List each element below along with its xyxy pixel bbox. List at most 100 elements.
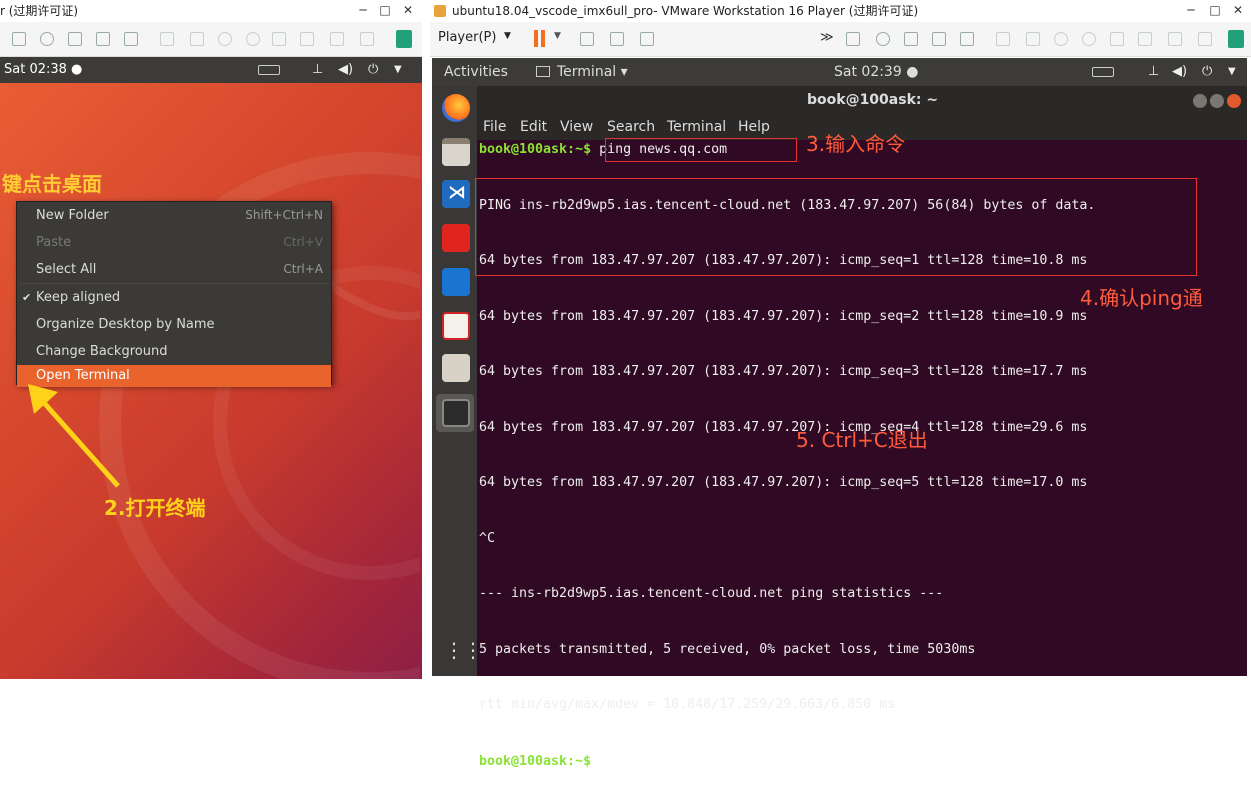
- power-icon[interactable]: ⏻: [1202, 58, 1212, 86]
- device-icon[interactable]: [360, 32, 374, 46]
- keyboard-icon[interactable]: [258, 65, 280, 75]
- disk-icon[interactable]: [1054, 32, 1068, 46]
- menu-help[interactable]: Help: [738, 119, 770, 135]
- app-icon[interactable]: [442, 224, 470, 252]
- vscode-icon[interactable]: ⋊: [442, 180, 470, 208]
- usb-icon[interactable]: [996, 32, 1010, 46]
- annotation-exit: 5. Ctrl+C退出: [796, 424, 928, 453]
- filezilla-icon[interactable]: [442, 268, 470, 296]
- power-icon[interactable]: ⏻: [368, 57, 378, 83]
- output-line: 5 packets transmitted, 5 received, 0% pa…: [479, 641, 1095, 660]
- send-ctrl-alt-del-icon[interactable]: [580, 32, 594, 46]
- disk-icon[interactable]: [246, 32, 260, 46]
- notes-icon[interactable]: [442, 354, 470, 382]
- cdrom-icon[interactable]: [876, 32, 890, 46]
- prompt: book@100ask:~$: [479, 142, 591, 157]
- clock[interactable]: Sat 02:38 ●: [4, 57, 82, 83]
- volume-icon[interactable]: ◀): [338, 57, 353, 83]
- device-icon[interactable]: [272, 32, 286, 46]
- clock[interactable]: Sat 02:39 ●: [834, 58, 918, 86]
- keyboard-icon[interactable]: [1092, 67, 1114, 77]
- fullscreen-icon[interactable]: [610, 32, 624, 46]
- unity-icon[interactable]: [1228, 30, 1244, 48]
- sound-icon[interactable]: [124, 32, 138, 46]
- menu-item-label: New Folder: [36, 208, 109, 223]
- maximize-button[interactable]: □: [374, 3, 396, 17]
- unity-mode-icon[interactable]: [640, 32, 654, 46]
- text-editor-icon[interactable]: [442, 312, 470, 340]
- ubuntu-dock: ⋊ ⋮⋮: [432, 86, 477, 676]
- network-icon[interactable]: ⊥: [1148, 58, 1159, 86]
- menu-view[interactable]: View: [560, 119, 593, 135]
- close-button[interactable]: ✕: [397, 3, 419, 17]
- device-icon[interactable]: [1168, 32, 1182, 46]
- window-divider: [422, 0, 430, 679]
- terminal-title: book@100ask: ~: [807, 92, 938, 108]
- vmware-icon: [434, 5, 446, 17]
- chevron-down-icon[interactable]: ▼: [504, 31, 511, 41]
- device-icon[interactable]: [1138, 32, 1152, 46]
- removable-device-icon[interactable]: [846, 32, 860, 46]
- chevron-down-icon[interactable]: ▼: [554, 31, 561, 41]
- menu-item-change-background[interactable]: Change Background: [17, 338, 331, 365]
- menu-item-label: Organize Desktop by Name: [36, 317, 215, 332]
- minimize-icon[interactable]: [1193, 94, 1207, 108]
- double-chevron-icon[interactable]: ≫: [820, 30, 834, 45]
- pause-icon-bar: [541, 30, 545, 47]
- activities-button[interactable]: Activities: [444, 58, 508, 86]
- terminal-icon[interactable]: [442, 399, 470, 427]
- files-icon[interactable]: [442, 138, 470, 166]
- device-icon[interactable]: [1110, 32, 1124, 46]
- pause-icon[interactable]: [534, 30, 538, 47]
- menu-file[interactable]: File: [483, 119, 506, 135]
- close-button[interactable]: ✕: [1227, 3, 1249, 17]
- menu-item-select-all[interactable]: Select All Ctrl+A: [17, 256, 331, 283]
- device-icon[interactable]: [330, 32, 344, 46]
- menu-terminal[interactable]: Terminal: [667, 119, 726, 135]
- network-icon[interactable]: [68, 32, 82, 46]
- terminal-titlebar: book@100ask: ~: [477, 86, 1247, 118]
- left-window-title: r (过期许可证): [0, 4, 78, 18]
- arrow-annotation: [20, 378, 130, 498]
- output-line: --- ins-rb2d9wp5.ias.tencent-cloud.net p…: [479, 585, 1095, 604]
- chevron-down-icon[interactable]: ▼: [394, 57, 402, 83]
- network-icon[interactable]: ⊥: [312, 57, 323, 83]
- player-menu[interactable]: Player(P): [438, 30, 496, 45]
- menu-item-organize-desktop[interactable]: Organize Desktop by Name: [17, 311, 331, 338]
- terminal-app-menu[interactable]: Terminal ▾: [557, 58, 628, 86]
- disk-icon[interactable]: [1082, 32, 1096, 46]
- disk-icon[interactable]: [218, 32, 232, 46]
- menu-edit[interactable]: Edit: [520, 119, 547, 135]
- menu-item-label: Keep aligned: [36, 290, 120, 305]
- printer-icon[interactable]: [96, 32, 110, 46]
- removable-device-icon[interactable]: [12, 32, 26, 46]
- cdrom-icon[interactable]: [40, 32, 54, 46]
- volume-icon[interactable]: ◀): [1172, 58, 1187, 86]
- maximize-button[interactable]: □: [1204, 3, 1226, 17]
- usb-icon[interactable]: [190, 32, 204, 46]
- menu-item-new-folder[interactable]: New Folder Shift+Ctrl+N: [17, 202, 331, 229]
- close-icon[interactable]: [1227, 94, 1241, 108]
- menu-item-label: Paste: [36, 235, 71, 250]
- usb-icon[interactable]: [1026, 32, 1040, 46]
- text-cursor: [599, 752, 607, 767]
- chevron-down-icon[interactable]: ▼: [1228, 58, 1236, 86]
- device-icon[interactable]: [1198, 32, 1212, 46]
- printer-icon[interactable]: [932, 32, 946, 46]
- minimize-button[interactable]: ─: [1180, 3, 1202, 17]
- minimize-button[interactable]: ─: [352, 3, 374, 17]
- menu-item-accelerator: Ctrl+V: [283, 229, 323, 256]
- menu-item-label: Select All: [36, 262, 96, 277]
- annotation-confirm-ping: 4.确认ping通: [1080, 282, 1203, 311]
- maximize-icon[interactable]: [1210, 94, 1224, 108]
- device-icon[interactable]: [300, 32, 314, 46]
- terminal-app-icon: [536, 66, 550, 77]
- sound-icon[interactable]: [960, 32, 974, 46]
- menu-item-keep-aligned[interactable]: ✔ Keep aligned: [17, 284, 331, 311]
- firefox-icon[interactable]: [442, 94, 470, 122]
- output-line: 64 bytes from 183.47.97.207 (183.47.97.2…: [479, 474, 1095, 493]
- usb-icon[interactable]: [160, 32, 174, 46]
- network-icon[interactable]: [904, 32, 918, 46]
- menu-search[interactable]: Search: [607, 119, 655, 135]
- unity-icon[interactable]: [396, 30, 412, 48]
